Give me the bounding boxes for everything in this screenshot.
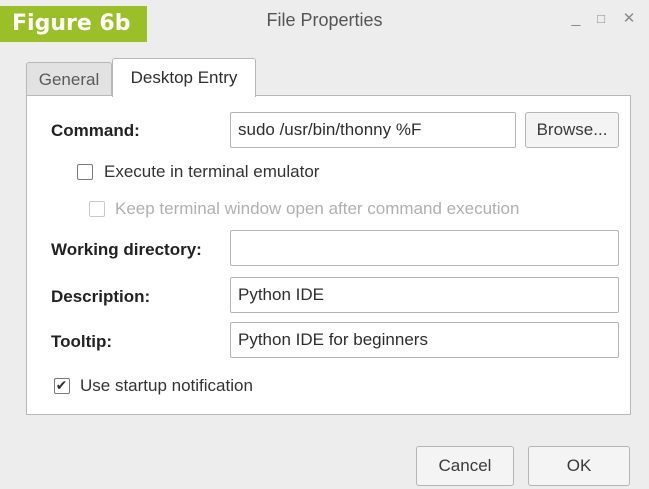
ok-button[interactable]: OK: [528, 446, 630, 486]
execute-in-terminal-label: Execute in terminal emulator: [104, 162, 320, 181]
description-label: Description:: [51, 287, 151, 306]
close-icon[interactable]: ✕: [619, 9, 639, 29]
keep-terminal-open-label: Keep terminal window open after command …: [115, 199, 520, 218]
tooltip-label: Tooltip:: [51, 332, 113, 351]
file-properties-window: File Properties _ □ ✕ Figure 6b General …: [0, 0, 649, 489]
startup-notification-checkbox[interactable]: ✔: [54, 376, 70, 394]
desktop-entry-panel: Command: sudo /usr/bin/thonny %F Browse.…: [26, 95, 631, 415]
maximize-icon[interactable]: □: [591, 9, 611, 29]
figure-label: Figure 6b: [0, 6, 147, 42]
tab-general[interactable]: General: [26, 62, 112, 96]
execute-in-terminal-checkbox[interactable]: [77, 164, 93, 180]
keep-terminal-open-checkbox[interactable]: [89, 201, 105, 217]
cancel-button[interactable]: Cancel: [416, 446, 514, 486]
working-directory-field[interactable]: [230, 230, 619, 266]
minimize-icon[interactable]: _: [566, 9, 586, 29]
command-field[interactable]: sudo /usr/bin/thonny %F: [230, 112, 516, 148]
command-label: Command:: [51, 121, 140, 140]
startup-notification-label: Use startup notification: [80, 376, 253, 395]
description-field[interactable]: Python IDE: [230, 277, 619, 313]
tooltip-field[interactable]: Python IDE for beginners: [230, 322, 619, 358]
browse-button[interactable]: Browse...: [525, 112, 619, 148]
working-directory-label: Working directory:: [51, 240, 202, 259]
tab-desktop-entry[interactable]: Desktop Entry: [112, 58, 256, 97]
check-icon: ✔: [55, 376, 68, 393]
